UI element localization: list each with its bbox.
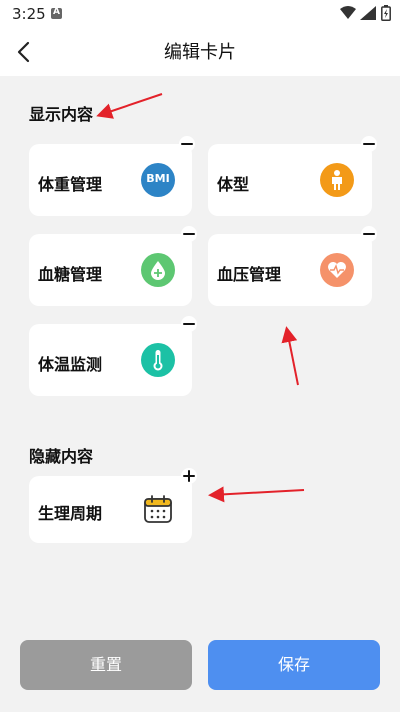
- card-label: 血压管理: [217, 265, 282, 284]
- calendar-icon: [144, 495, 172, 523]
- card-body-shape[interactable]: 体型: [208, 144, 372, 216]
- thermometer-icon: [141, 343, 175, 377]
- card-label: 体重管理: [38, 175, 103, 194]
- hidden-section-title: 隐藏内容: [29, 447, 94, 466]
- remove-blood-pressure-button[interactable]: [361, 226, 377, 242]
- status-time: 3:25: [12, 5, 46, 23]
- shown-section-title: 显示内容: [29, 105, 94, 124]
- blood-sugar-icon: [141, 253, 175, 287]
- signal-icon: [360, 6, 376, 20]
- wifi-icon: [340, 6, 356, 19]
- card-label: 体型: [217, 175, 250, 194]
- page-title: 编辑卡片: [164, 42, 236, 63]
- card-body-temperature[interactable]: 体温监测: [29, 324, 192, 396]
- annotation-arrow-cards: [281, 326, 299, 386]
- notification-a-icon: [51, 7, 62, 19]
- annotation-arrow-hidden-card: [208, 486, 305, 503]
- blood-pressure-icon: [320, 253, 354, 287]
- reset-button[interactable]: 重置: [20, 640, 192, 690]
- remove-blood-sugar-button[interactable]: [181, 226, 197, 242]
- card-label: 生理周期: [38, 504, 103, 523]
- add-menstrual-cycle-button[interactable]: [181, 468, 197, 484]
- annotation-arrow-shown-section: [96, 93, 163, 119]
- card-weight-management[interactable]: 体重管理 BMI: [29, 144, 192, 216]
- battery-icon: [381, 5, 391, 21]
- bmi-icon-text: BMI: [146, 172, 170, 185]
- bmi-icon: BMI: [141, 163, 175, 197]
- card-label: 体温监测: [38, 355, 103, 374]
- remove-body-temperature-button[interactable]: [181, 316, 197, 332]
- body-shape-icon: [320, 163, 354, 197]
- remove-body-shape-button[interactable]: [361, 136, 377, 152]
- app-header: 编辑卡片: [0, 28, 400, 76]
- remove-weight-management-button[interactable]: [179, 136, 195, 152]
- status-bar: 3:25: [0, 0, 400, 28]
- save-button[interactable]: 保存: [208, 640, 380, 690]
- card-blood-pressure[interactable]: 血压管理: [208, 234, 372, 306]
- card-menstrual-cycle[interactable]: 生理周期: [29, 476, 192, 543]
- card-blood-sugar[interactable]: 血糖管理: [29, 234, 192, 306]
- card-label: 血糖管理: [38, 265, 103, 284]
